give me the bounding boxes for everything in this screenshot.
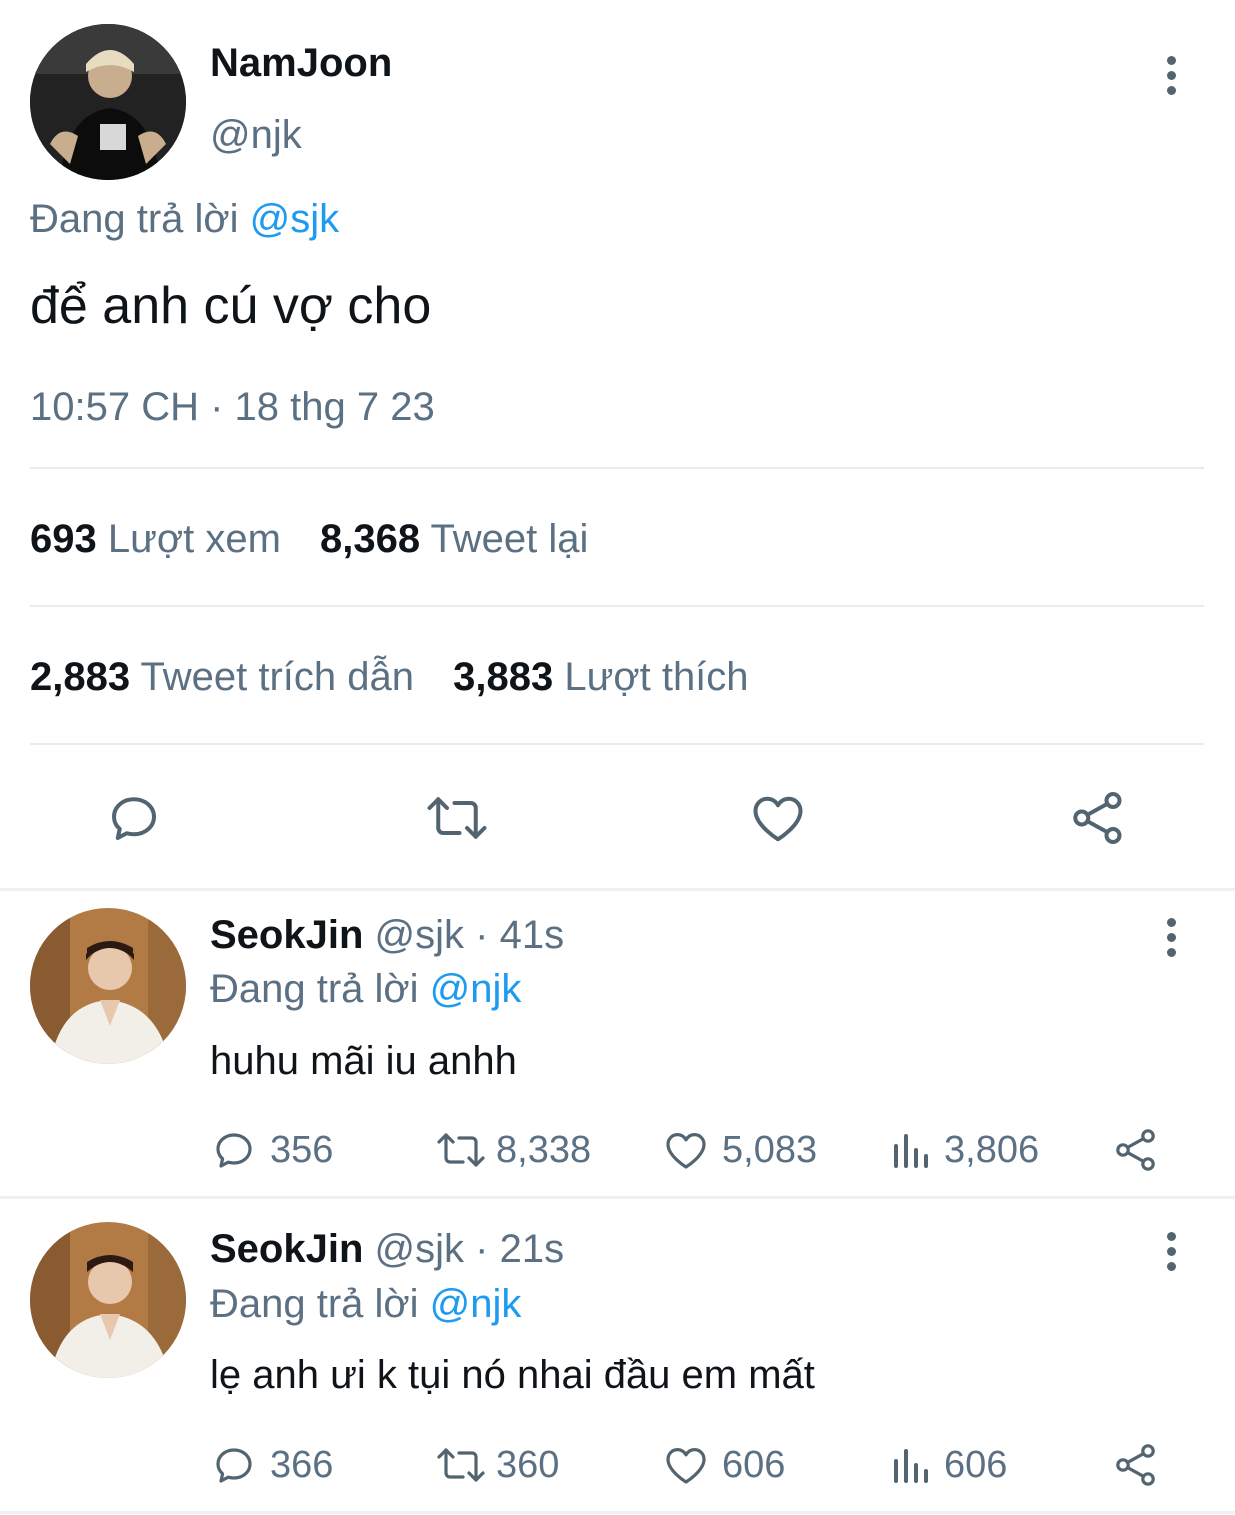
share-icon[interactable]	[1068, 788, 1128, 848]
like-icon	[662, 1126, 710, 1174]
share-icon[interactable]	[1112, 1126, 1160, 1174]
reply-action-reply[interactable]: 366	[210, 1441, 333, 1489]
author-display-name[interactable]: NamJoon	[210, 40, 392, 86]
reply-action-like[interactable]: 606	[662, 1441, 785, 1489]
reply-icon[interactable]	[104, 788, 164, 848]
reply-display-name[interactable]: SeokJin	[210, 913, 363, 957]
replying-to-line: Đang trả lời @sjk	[30, 196, 339, 242]
reply-header: SeokJin @sjk · 21s	[210, 1226, 564, 1272]
reply-action-reply[interactable]: 356	[210, 1126, 333, 1174]
divider	[30, 605, 1204, 607]
retweet-icon	[434, 1126, 488, 1174]
reply-icon	[210, 1126, 258, 1174]
author-handle[interactable]: @njk	[210, 112, 302, 158]
author-avatar[interactable]	[30, 24, 186, 180]
retweet-icon[interactable]	[423, 788, 491, 848]
reply-action-like[interactable]: 5,083	[662, 1126, 817, 1174]
divider	[0, 888, 1235, 891]
reply-text: lẹ anh ưi k tụi nó nhai đầu em mất	[210, 1353, 815, 1397]
reply-text: huhu mãi iu anhh	[210, 1039, 517, 1083]
reply-action-retweet[interactable]: 8,338	[434, 1126, 591, 1174]
reply-display-name[interactable]: SeokJin	[210, 1227, 363, 1271]
quote-tweets-stat[interactable]: 2,883 Tweet trích dẫn	[30, 655, 425, 699]
tweet-timestamp[interactable]: 10:57 CH · 18 thg 7 23	[30, 384, 435, 430]
replying-to-handle[interactable]: @njk	[430, 967, 522, 1011]
more-options-icon[interactable]	[1160, 1232, 1182, 1272]
retweets-stat[interactable]: 8,368 Tweet lại	[320, 517, 588, 561]
share-icon[interactable]	[1112, 1441, 1160, 1489]
reply-replying-to: Đang trả lời @njk	[210, 1282, 522, 1326]
reply-icon	[210, 1441, 258, 1489]
retweet-icon	[434, 1441, 488, 1489]
like-icon[interactable]	[748, 788, 808, 848]
divider	[0, 1196, 1235, 1199]
reply-time[interactable]: · 21s	[475, 1227, 564, 1271]
analytics-icon	[888, 1126, 932, 1174]
reply-action-views[interactable]: 3,806	[888, 1126, 1039, 1174]
like-icon	[662, 1441, 710, 1489]
reply-handle[interactable]: @sjk	[375, 1227, 465, 1271]
reply-handle[interactable]: @sjk	[375, 913, 465, 957]
divider	[30, 743, 1204, 745]
reply-action-retweet[interactable]: 360	[434, 1441, 559, 1489]
stats-row-1: 693 Lượt xem 8,368 Tweet lại	[30, 516, 588, 562]
tweet-text: để anh cú vợ cho	[30, 277, 432, 335]
likes-stat[interactable]: 3,883 Lượt thích	[453, 655, 748, 699]
replying-to-label: Đang trả lời	[30, 197, 239, 241]
analytics-icon	[888, 1441, 932, 1489]
reply-avatar[interactable]	[30, 908, 186, 1064]
replying-to-handle[interactable]: @sjk	[250, 197, 340, 241]
divider	[0, 1511, 1235, 1514]
reply-avatar[interactable]	[30, 1222, 186, 1378]
replying-to-handle[interactable]: @njk	[430, 1282, 522, 1326]
more-options-icon[interactable]	[1160, 56, 1182, 96]
reply-replying-to: Đang trả lời @njk	[210, 967, 522, 1011]
stats-row-2: 2,883 Tweet trích dẫn 3,883 Lượt thích	[30, 654, 749, 700]
divider	[30, 467, 1204, 469]
reply-header: SeokJin @sjk · 41s	[210, 912, 564, 958]
reply-time[interactable]: · 41s	[475, 913, 564, 957]
reply-action-views[interactable]: 606	[888, 1441, 1007, 1489]
more-options-icon[interactable]	[1160, 918, 1182, 958]
views-stat[interactable]: 693 Lượt xem	[30, 517, 292, 561]
